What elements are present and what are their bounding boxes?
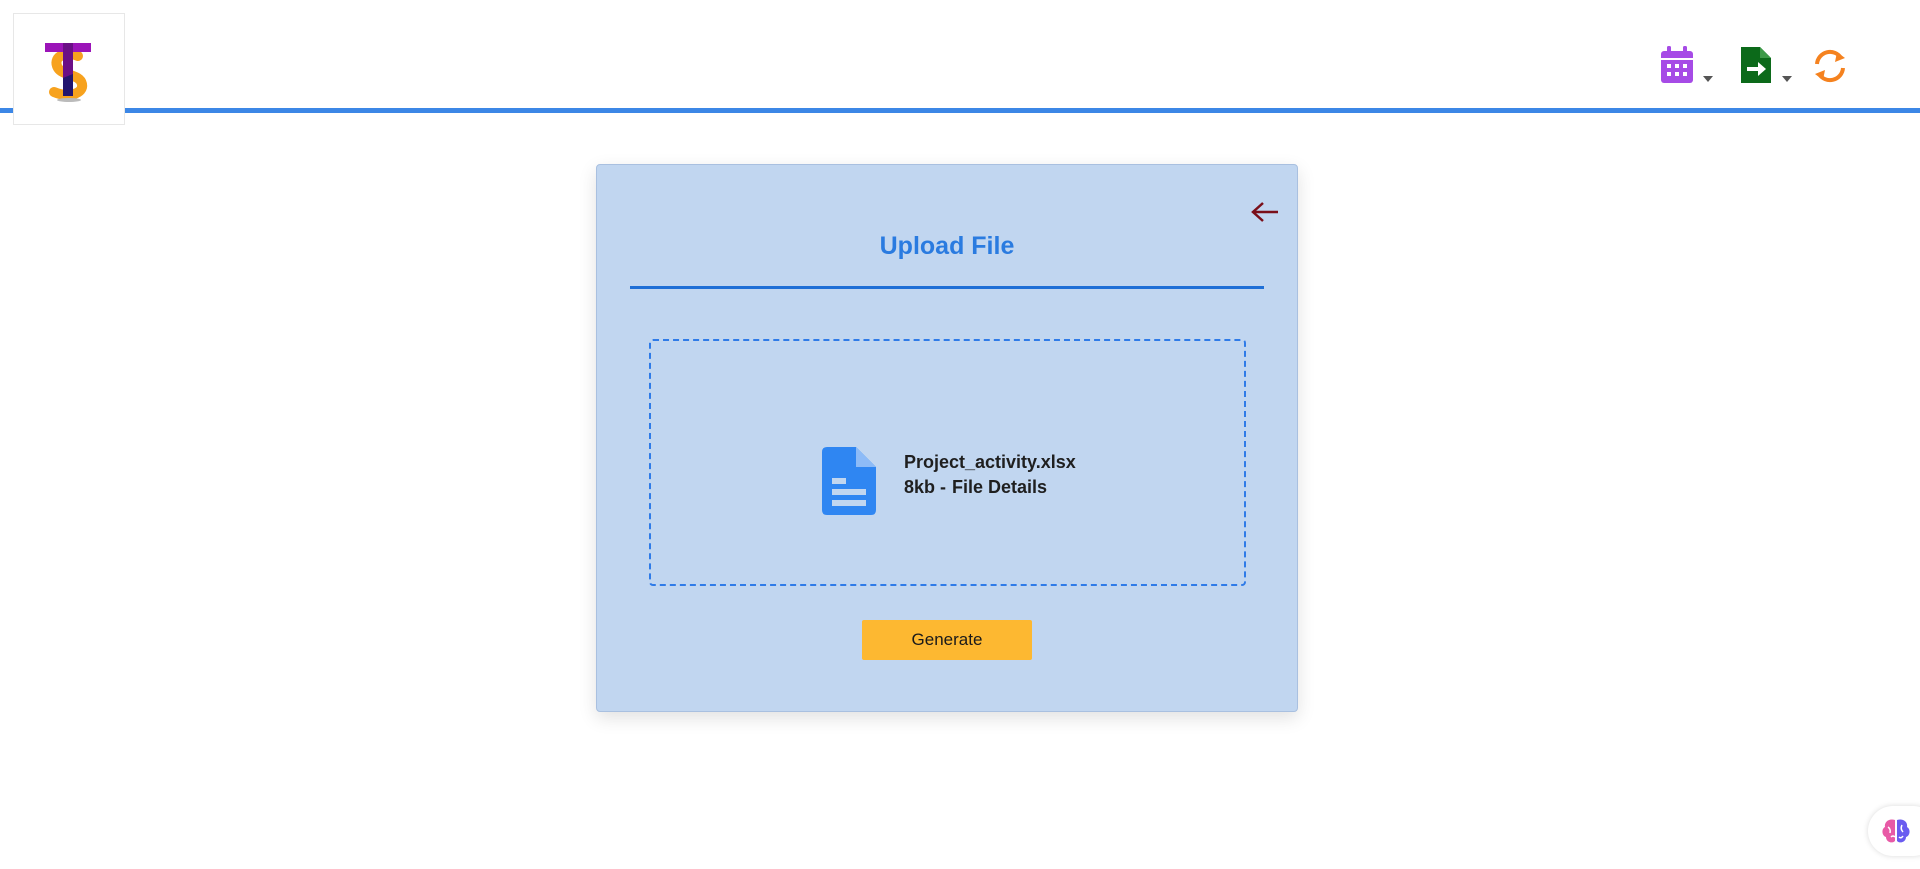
calendar-dropdown[interactable] bbox=[1659, 45, 1713, 89]
file-dropzone[interactable]: Project_activity.xlsx 8kb - File Details bbox=[649, 339, 1246, 586]
refresh-button[interactable] bbox=[1811, 48, 1849, 88]
file-meta: 8kb - File Details bbox=[904, 477, 1047, 498]
refresh-icon bbox=[1815, 49, 1845, 83]
calendar-icon bbox=[1661, 46, 1693, 83]
brain-icon bbox=[1882, 819, 1910, 843]
assistant-button[interactable] bbox=[1868, 806, 1920, 856]
document-icon bbox=[822, 447, 876, 515]
chevron-down-icon bbox=[1782, 76, 1792, 82]
top-header bbox=[0, 0, 1920, 113]
page-title: Upload File bbox=[879, 232, 1015, 260]
export-dropdown[interactable] bbox=[1738, 45, 1792, 89]
upload-card: Upload File Project_activity.xlsx 8kb -F… bbox=[596, 164, 1298, 712]
generate-button[interactable]: Generate bbox=[862, 620, 1032, 660]
file-name: Project_activity.xlsx bbox=[904, 452, 1076, 472]
file-size: 8kb - bbox=[904, 477, 947, 497]
header-toolbar bbox=[1655, 45, 1875, 89]
file-details-link[interactable]: File Details bbox=[952, 477, 1047, 497]
back-button[interactable] bbox=[1250, 201, 1280, 227]
ts-brand-logo-icon bbox=[45, 43, 91, 102]
chevron-down-icon bbox=[1703, 76, 1713, 82]
title-divider bbox=[630, 286, 1264, 289]
arrow-left-icon bbox=[1251, 202, 1278, 222]
file-export-icon bbox=[1741, 47, 1771, 83]
brand-logo[interactable] bbox=[13, 13, 125, 125]
